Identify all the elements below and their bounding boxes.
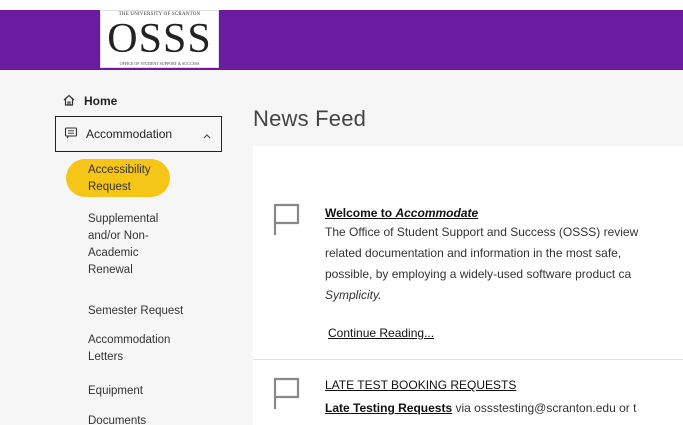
post-title-welcome[interactable]: Welcome to Accommodate	[325, 206, 478, 220]
top-bar: THE UNIVERSITY OF SCRANTON OSSS OFFICE O…	[0, 0, 683, 70]
post-title-emphasis: Accommodate	[395, 206, 479, 220]
item-label-line: Semester Request	[88, 305, 184, 317]
sidebar-item-accessibility-request[interactable]: Accessibility Request	[88, 162, 151, 196]
post-body-late-test: Late Testing Requests via ossstesting@sc…	[325, 401, 636, 415]
post-title-late-test[interactable]: LATE TEST BOOKING REQUESTS	[325, 378, 516, 392]
sidebar-item-home[interactable]: Home	[62, 92, 117, 110]
sidebar-item-supplemental-renewal[interactable]: Supplemental and/or Non- Academic Renewa…	[88, 211, 158, 279]
flag-icon	[272, 202, 300, 241]
osss-logo[interactable]: THE UNIVERSITY OF SCRANTON OSSS OFFICE O…	[100, 10, 219, 68]
continue-reading-link[interactable]: Continue Reading...	[328, 326, 434, 340]
accommodation-label: Accommodation	[86, 127, 173, 141]
post-line: related documentation and information in…	[325, 246, 622, 260]
logo-wordmark: OSSS	[107, 16, 212, 62]
sidebar-item-semester-request[interactable]: Semester Request	[88, 303, 183, 320]
post-title-prefix: Welcome to	[325, 206, 396, 220]
home-icon	[62, 93, 84, 110]
late-testing-requests-link[interactable]: Late Testing Requests	[325, 401, 452, 415]
item-label-line: and/or Non-	[88, 230, 149, 242]
sidebar: Home Accommodation Accessibility Request…	[0, 70, 232, 425]
post-body-welcome: The Office of Student Support and Succes…	[325, 222, 683, 306]
post-line: Symplicity.	[325, 288, 382, 302]
item-label-line: Supplemental	[88, 213, 159, 225]
post-divider	[253, 359, 683, 360]
item-label-line: Letters	[88, 351, 124, 363]
logo-office-text: OFFICE OF STUDENT SUPPORT & SUCCESS	[119, 61, 200, 66]
chevron-up-icon[interactable]	[202, 129, 212, 143]
sidebar-item-equipment[interactable]: Equipment	[88, 383, 143, 400]
sidebar-item-accommodation-letters[interactable]: Accommodation Letters	[88, 332, 170, 366]
sidebar-item-accommodation[interactable]: Accommodation	[55, 116, 222, 152]
flag-icon	[272, 376, 300, 415]
post-line: possible, by employing a widely-used sof…	[325, 267, 632, 281]
item-label-line: Renewal	[88, 264, 133, 276]
page-title: News Feed	[253, 106, 367, 131]
item-label-line: Equipment	[88, 385, 143, 397]
sidebar-item-documents[interactable]: Documents	[88, 413, 146, 425]
item-label-line: Academic	[88, 247, 139, 259]
item-label-line: Accessibility	[88, 164, 151, 176]
home-label: Home	[84, 94, 118, 108]
news-feed: Welcome to Accommodate The Office of Stu…	[253, 146, 683, 425]
item-label-line: Accommodation	[88, 334, 171, 346]
message-icon	[64, 126, 78, 143]
post-line: The Office of Student Support and Succes…	[325, 225, 639, 239]
post-body-text: via ossstesting@scranton.edu or t	[452, 401, 637, 415]
item-label-line: Request	[88, 181, 131, 193]
item-label-line: Documents	[88, 415, 147, 425]
